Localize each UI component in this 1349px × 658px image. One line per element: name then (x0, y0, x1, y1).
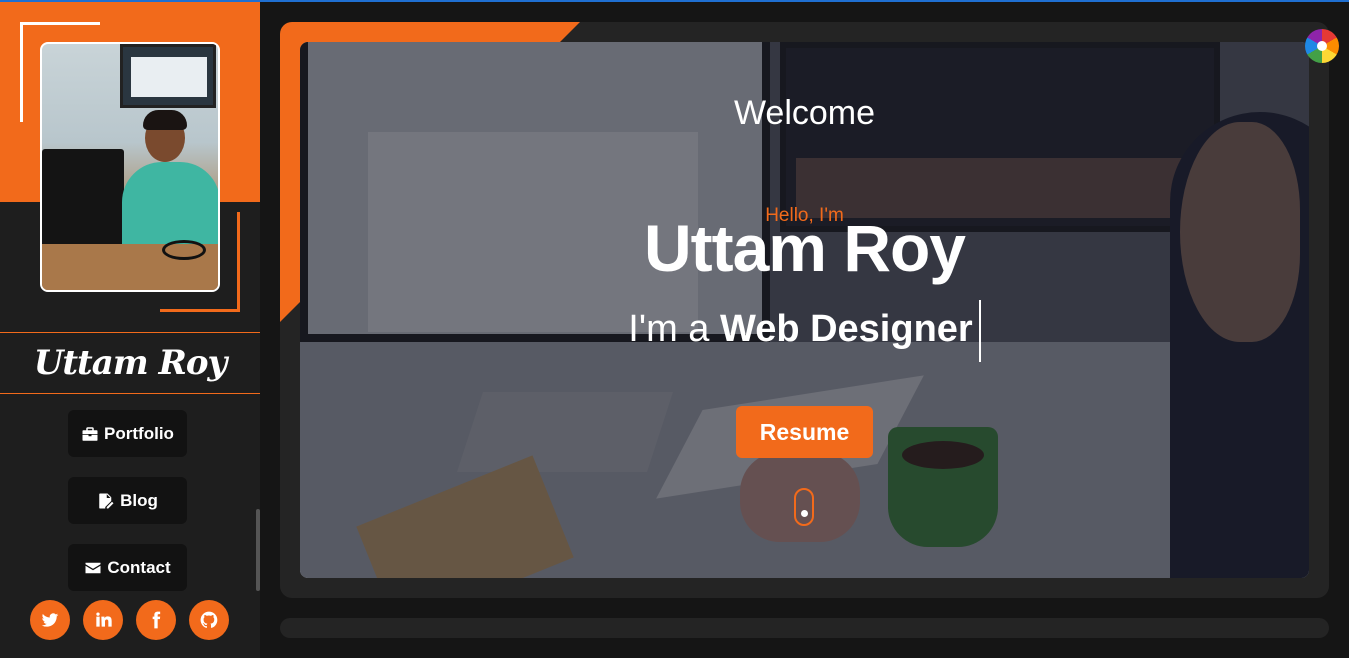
avatar-laptop (42, 149, 124, 257)
briefcase-icon (82, 426, 98, 441)
hero-banner: Welcome Hello, I'm Uttam Roy I'm a Web D… (300, 42, 1309, 578)
hero-card: Welcome Hello, I'm Uttam Roy I'm a Web D… (280, 22, 1329, 598)
theme-color-picker-icon[interactable] (1305, 29, 1339, 63)
typing-caret (978, 300, 981, 362)
github-link[interactable] (189, 600, 229, 640)
file-edit-icon (99, 493, 114, 508)
avatar-bg-screen (120, 44, 216, 108)
nav-blog-button[interactable]: Blog (68, 477, 187, 524)
role-typed: Web Designer (720, 308, 973, 351)
resume-button[interactable]: Resume (736, 406, 873, 458)
hero-name: Uttam Roy (643, 211, 966, 285)
sidebar-name: Uttam Roy (0, 332, 260, 394)
welcome-heading: Welcome (733, 94, 876, 132)
github-icon (200, 611, 218, 628)
role-prefix: I'm a (628, 308, 710, 351)
twitter-link[interactable] (30, 600, 70, 640)
avatar-hair (143, 110, 187, 130)
next-section-bar (280, 618, 1329, 638)
sidebar: Uttam Roy Portfolio Blog Contact (0, 2, 260, 658)
nav-blog-label: Blog (120, 490, 158, 510)
nav-contact-button[interactable]: Contact (68, 544, 187, 591)
role-line: I'm a Web Designer (550, 300, 1059, 362)
avatar (40, 42, 220, 292)
twitter-icon (41, 613, 59, 627)
facebook-icon (152, 611, 161, 629)
linkedin-link[interactable] (83, 600, 123, 640)
sidebar-name-text: Uttam Roy (33, 343, 228, 383)
nav-portfolio-label: Portfolio (104, 423, 174, 443)
facebook-link[interactable] (136, 600, 176, 640)
scroll-down-indicator[interactable] (794, 488, 814, 526)
linkedin-icon (96, 612, 112, 627)
avatar-cable (162, 240, 206, 260)
social-links (30, 600, 229, 640)
avatar-shirt (122, 162, 218, 252)
nav-portfolio-button[interactable]: Portfolio (68, 410, 187, 457)
sidebar-scrollbar[interactable] (256, 509, 260, 591)
nav-contact-label: Contact (107, 557, 171, 577)
envelope-icon (85, 562, 101, 573)
